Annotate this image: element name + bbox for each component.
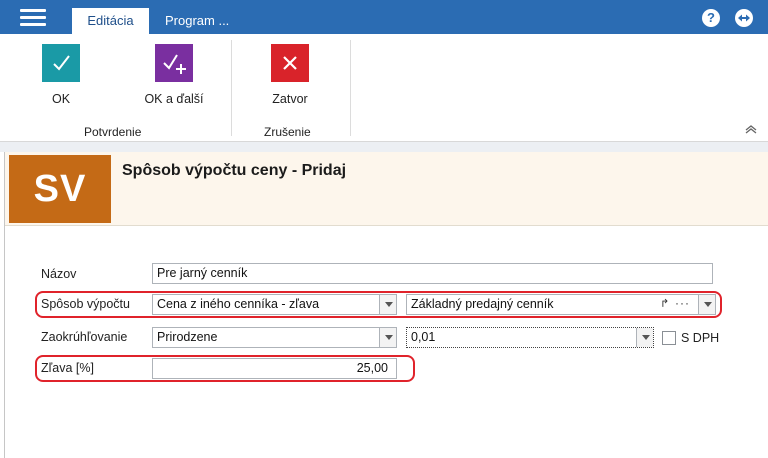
ribbon-separator xyxy=(350,40,351,136)
ok-and-next-button[interactable]: OK a ďalší xyxy=(136,44,212,106)
more-dots-icon[interactable]: ··· xyxy=(675,295,690,313)
discount-input[interactable]: 25,00 xyxy=(152,358,397,379)
close-icon xyxy=(271,44,309,82)
rounding-label: Zaokrúhľovanie xyxy=(41,330,128,344)
ribbon-separator xyxy=(231,40,232,136)
source-pricelist-value: Základný predajný cenník xyxy=(411,297,554,311)
method-select[interactable]: Cena z iného cenníka - zľava xyxy=(152,294,397,315)
close-label: Zatvor xyxy=(272,92,308,106)
checkmark-icon xyxy=(42,44,80,82)
source-pricelist-select[interactable]: Základný predajný cenník ↱ ··· xyxy=(406,294,716,315)
name-input[interactable]: Pre jarný cenník xyxy=(152,263,713,284)
checkmark-plus-icon xyxy=(155,44,193,82)
ribbon-gap xyxy=(0,142,768,152)
rounding-select[interactable]: Prirodzene xyxy=(152,327,397,348)
vat-checkbox[interactable] xyxy=(662,331,676,345)
form-badge: SV xyxy=(9,155,111,223)
group-label-potvrdenie: Potvrdenie xyxy=(84,125,142,139)
chevron-down-icon[interactable] xyxy=(636,328,653,347)
help-icon[interactable]: ? xyxy=(702,9,720,27)
method-value: Cena z iného cenníka - zľava xyxy=(157,297,320,311)
form-window: SV Spôsob výpočtu ceny - Pridaj Názov Pr… xyxy=(4,152,768,458)
chevron-down-icon[interactable] xyxy=(379,328,396,347)
ok-and-next-label: OK a ďalší xyxy=(144,92,204,106)
group-label-zrusenie: Zrušenie xyxy=(264,125,311,139)
ribbon: OK OK a ďalší Zatvor Potvrdenie Zrušenie xyxy=(0,34,768,142)
tab-program[interactable]: Program ... xyxy=(151,8,243,34)
precision-value: 0,01 xyxy=(411,330,436,344)
hamburger-menu-icon[interactable] xyxy=(20,9,46,27)
jump-arrow-icon[interactable]: ↱ xyxy=(660,295,669,314)
page-title: Spôsob výpočtu ceny - Pridaj xyxy=(122,162,347,179)
ok-label: OK xyxy=(51,92,71,106)
chevron-down-icon[interactable] xyxy=(379,295,396,314)
tab-editacia[interactable]: Editácia xyxy=(72,8,149,34)
discount-label: Zľava [%] xyxy=(41,361,94,375)
method-label: Spôsob výpočtu xyxy=(41,297,130,311)
ok-button[interactable]: OK xyxy=(40,44,82,106)
form-header: SV Spôsob výpočtu ceny - Pridaj xyxy=(5,152,768,226)
precision-select[interactable]: 0,01 xyxy=(406,327,654,348)
expand-arrows-icon[interactable] xyxy=(735,9,753,27)
chevron-down-icon[interactable] xyxy=(698,295,715,314)
vat-label: S DPH xyxy=(681,331,720,345)
close-button[interactable]: Zatvor xyxy=(266,44,314,106)
collapse-ribbon-icon[interactable] xyxy=(744,124,758,134)
name-label: Názov xyxy=(41,267,77,281)
rounding-value: Prirodzene xyxy=(157,330,218,344)
title-bar: Editácia Program ... ? xyxy=(0,0,768,34)
